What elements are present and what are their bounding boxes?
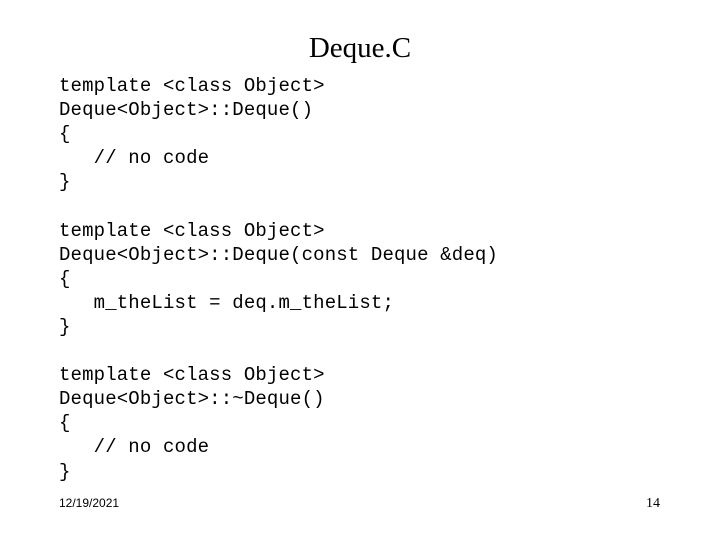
code-line: template <class Object> (59, 219, 325, 242)
code-line: template <class Object> (59, 364, 325, 387)
code-line: { (59, 267, 71, 290)
code-line: { (59, 123, 71, 146)
footer-page-number: 14 (646, 496, 660, 511)
code-line: } (59, 460, 71, 483)
slide: Deque.C template <class Object> Deque<Ob… (0, 0, 720, 540)
code-line: m_theList = deq.m_theList; (59, 291, 395, 314)
code-line: Deque<Object>::Deque() (59, 99, 314, 122)
code-line: { (59, 412, 71, 435)
code-line: template <class Object> (59, 75, 325, 97)
code-line: // no code (59, 436, 210, 459)
page-title: Deque.C (308, 32, 412, 64)
code-line: Deque<Object>::~Deque() (59, 388, 325, 411)
code-line: // no code (59, 147, 210, 170)
code-line: } (59, 315, 71, 338)
code-block: template <class Object> Deque<Object>::D… (59, 74, 699, 484)
footer-date: 12/19/2021 (59, 496, 120, 510)
code-line: } (59, 171, 71, 194)
code-line: Deque<Object>::Deque(const Deque &deq) (59, 243, 498, 266)
